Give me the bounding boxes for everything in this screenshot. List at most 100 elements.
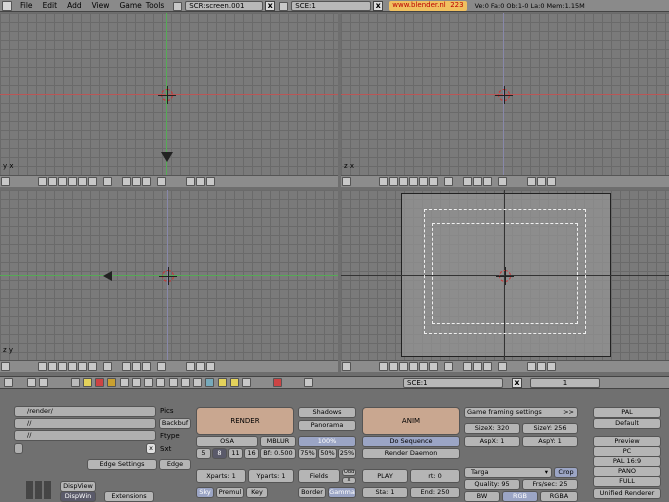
edge-settings-button[interactable]: Edge Settings xyxy=(87,459,157,470)
anim-buttons-icon[interactable] xyxy=(119,378,129,387)
render-daemon-button[interactable]: Render Daemon xyxy=(362,448,460,459)
lock-icon[interactable] xyxy=(103,362,112,371)
x-button[interactable]: x xyxy=(342,477,356,484)
magnet-icon[interactable] xyxy=(537,362,546,371)
game-framing-button[interactable]: Game framing settings >> xyxy=(464,407,578,418)
scene-delete-button[interactable]: x xyxy=(373,0,384,11)
layer-button[interactable] xyxy=(389,177,398,186)
logic-buttons-icon[interactable] xyxy=(180,378,190,387)
gamma-button[interactable]: Gamma xyxy=(328,487,356,498)
layer-button[interactable] xyxy=(58,362,67,371)
radiosity-buttons-icon[interactable] xyxy=(217,378,227,387)
layer-button[interactable] xyxy=(399,362,408,371)
scene-field[interactable]: SCE:1 xyxy=(403,378,503,388)
scene-browse-icon[interactable] xyxy=(279,1,289,11)
menu-add[interactable]: Add xyxy=(62,0,87,12)
scene-browse-icon[interactable] xyxy=(304,378,314,387)
view-mode-icon[interactable] xyxy=(463,362,472,371)
window-type-icon[interactable] xyxy=(4,378,13,387)
view-menu-icon[interactable] xyxy=(38,362,47,371)
anim-button[interactable]: ANIM xyxy=(362,407,460,435)
border-button[interactable]: Border xyxy=(298,487,326,498)
world-buttons-icon[interactable] xyxy=(131,378,141,387)
play-button[interactable]: PLAY xyxy=(362,469,408,483)
resolution-50-button[interactable]: 50% xyxy=(318,448,337,459)
edit-buttons-icon[interactable] xyxy=(156,378,166,387)
draw-type-icon[interactable] xyxy=(132,177,141,186)
render-buttons-icon[interactable] xyxy=(229,378,239,387)
shadows-button[interactable]: Shadows xyxy=(298,407,356,418)
menu-edit[interactable]: Edit xyxy=(38,0,63,12)
pivot-icon[interactable] xyxy=(483,362,492,371)
layer-button[interactable] xyxy=(78,362,87,371)
viewport-top-right[interactable]: z x xyxy=(341,13,669,175)
viewport-top-left[interactable]: y x xyxy=(0,13,338,175)
scene-close-button[interactable]: x xyxy=(512,378,522,388)
view-menu-icon[interactable] xyxy=(379,362,388,371)
layer-button[interactable] xyxy=(58,177,67,186)
view-mode-icon[interactable] xyxy=(122,177,131,186)
viewport-camera[interactable] xyxy=(341,190,669,360)
lock-icon[interactable] xyxy=(103,177,112,186)
screen-delete-button[interactable]: x xyxy=(265,0,276,11)
render-button[interactable]: RENDER xyxy=(196,407,294,435)
magnet-icon[interactable] xyxy=(196,362,205,371)
lock-icon[interactable] xyxy=(444,362,453,371)
sizey-field[interactable]: SizeY: 256 xyxy=(522,423,578,434)
osa-16-button[interactable]: 16 xyxy=(244,448,259,459)
backbuf-path-field[interactable]: // xyxy=(14,418,156,429)
unified-renderer-button[interactable]: Unified Renderer xyxy=(593,488,661,499)
magnet-icon[interactable] xyxy=(186,177,195,186)
sound-buttons-icon[interactable] xyxy=(144,378,154,387)
physics-buttons-icon[interactable] xyxy=(205,378,215,387)
lock-icon[interactable] xyxy=(444,177,453,186)
layer-button[interactable] xyxy=(88,362,97,371)
layer-button[interactable] xyxy=(419,362,428,371)
layout-grid-icon[interactable] xyxy=(26,481,52,499)
bw-button[interactable]: BW xyxy=(464,491,500,502)
scene-buttons-icon[interactable] xyxy=(273,378,283,387)
zoom-icon[interactable] xyxy=(157,362,166,371)
osa-11-button[interactable]: 11 xyxy=(228,448,243,459)
magnet-icon[interactable] xyxy=(527,362,536,371)
window-type-icon[interactable] xyxy=(342,177,351,186)
ftype-path-field[interactable]: // xyxy=(14,430,156,441)
start-frame-field[interactable]: Sta: 1 xyxy=(362,487,408,498)
screen-browse-icon[interactable] xyxy=(173,1,183,11)
osa-8-button[interactable]: 8 xyxy=(212,448,227,459)
resolution-100-button[interactable]: 100% xyxy=(298,436,356,447)
window-type-icon[interactable] xyxy=(2,0,12,11)
home-icon[interactable] xyxy=(39,378,49,387)
texture-buttons-icon[interactable] xyxy=(107,378,117,387)
layer-button[interactable] xyxy=(78,177,87,186)
pics-path-field[interactable]: /render/ xyxy=(14,406,156,417)
end-frame-field[interactable]: End: 250 xyxy=(410,487,460,498)
draw-type-icon[interactable] xyxy=(132,362,141,371)
layer-button[interactable] xyxy=(419,177,428,186)
layer-button[interactable] xyxy=(409,177,418,186)
window-type-icon[interactable] xyxy=(1,177,10,186)
zoom-icon[interactable] xyxy=(157,177,166,186)
constraint-buttons-icon[interactable] xyxy=(168,378,178,387)
yparts-field[interactable]: Yparts: 1 xyxy=(248,469,294,483)
aspx-field[interactable]: AspX: 1 xyxy=(464,436,520,447)
pivot-icon[interactable] xyxy=(142,362,151,371)
magnet-icon[interactable] xyxy=(186,362,195,371)
lamp-buttons-icon[interactable] xyxy=(82,378,92,387)
fps-field[interactable]: Frs/sec: 25 xyxy=(522,479,578,490)
magnet-icon[interactable] xyxy=(537,177,546,186)
window-type-icon[interactable] xyxy=(1,362,10,371)
mblur-button[interactable]: MBLUR xyxy=(260,436,296,447)
frame-field[interactable]: 1 xyxy=(530,378,600,388)
extensions-button[interactable]: Extensions xyxy=(104,491,154,502)
pivot-icon[interactable] xyxy=(142,177,151,186)
resolution-75-button[interactable]: 75% xyxy=(298,448,317,459)
blender-url[interactable]: www.blender.nl 223 xyxy=(389,0,467,11)
draw-type-icon[interactable] xyxy=(473,362,482,371)
material-buttons-icon[interactable] xyxy=(95,378,105,387)
layer-button[interactable] xyxy=(48,362,57,371)
fields-button[interactable]: Fields xyxy=(298,469,340,483)
rgba-button[interactable]: RGBA xyxy=(540,491,578,502)
draw-type-icon[interactable] xyxy=(473,177,482,186)
preset-pal-button[interactable]: PAL xyxy=(593,407,661,418)
